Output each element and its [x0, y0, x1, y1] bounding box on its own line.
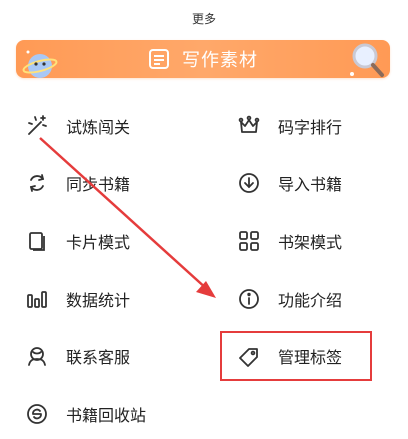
menu-item-label: 功能介绍 — [278, 291, 343, 310]
menu-item-label: 导入书籍 — [278, 175, 343, 194]
info-icon — [236, 286, 262, 312]
banner-label: 写作素材 — [182, 50, 258, 71]
page-title: 更多 — [191, 12, 216, 26]
magnifier-decoration-icon — [348, 38, 388, 82]
menu-item-label: 卡片模式 — [66, 233, 131, 252]
menu-item-label: 书籍回收站 — [66, 406, 147, 425]
menu-item-bookshelf-mode[interactable]: 书架模式 — [236, 221, 396, 261]
document-icon — [148, 48, 170, 70]
menu-item-label: 试炼闯关 — [66, 118, 131, 137]
writing-material-banner-button[interactable]: 写作素材 — [16, 40, 390, 78]
menu-item-label: 联系客服 — [66, 348, 131, 367]
sync-icon — [24, 170, 50, 196]
sparkle-wand-icon — [24, 113, 50, 139]
highlight-box — [220, 331, 372, 381]
menu-item-import-books[interactable]: 导入书籍 — [236, 163, 396, 203]
menu-item-card-mode[interactable]: 卡片模式 — [24, 221, 194, 261]
menu-item-label: 书架模式 — [278, 233, 343, 252]
grid-icon — [236, 228, 262, 254]
menu-item-data-statistics[interactable]: 数据统计 — [24, 279, 194, 319]
menu-item-label: 同步书籍 — [66, 175, 131, 194]
menu-item-book-recycle-bin[interactable]: 书籍回收站 — [24, 394, 194, 434]
import-icon — [236, 170, 262, 196]
menu-item-sync-books[interactable]: 同步书籍 — [24, 163, 194, 203]
card-icon — [24, 228, 50, 254]
menu-item-label: 码字排行 — [278, 118, 343, 137]
crown-icon — [236, 113, 262, 139]
menu-item-word-ranking[interactable]: 码字排行 — [236, 106, 396, 146]
bar-chart-icon — [24, 286, 50, 312]
menu-item-trial-challenge[interactable]: 试炼闯关 — [24, 106, 194, 146]
menu-item-feature-intro[interactable]: 功能介绍 — [236, 279, 396, 319]
menu-item-label: 数据统计 — [66, 291, 131, 310]
headset-icon — [24, 343, 50, 369]
planet-decoration-icon — [20, 44, 60, 84]
menu-item-contact-support[interactable]: 联系客服 — [24, 336, 194, 376]
recycle-icon — [24, 401, 50, 427]
